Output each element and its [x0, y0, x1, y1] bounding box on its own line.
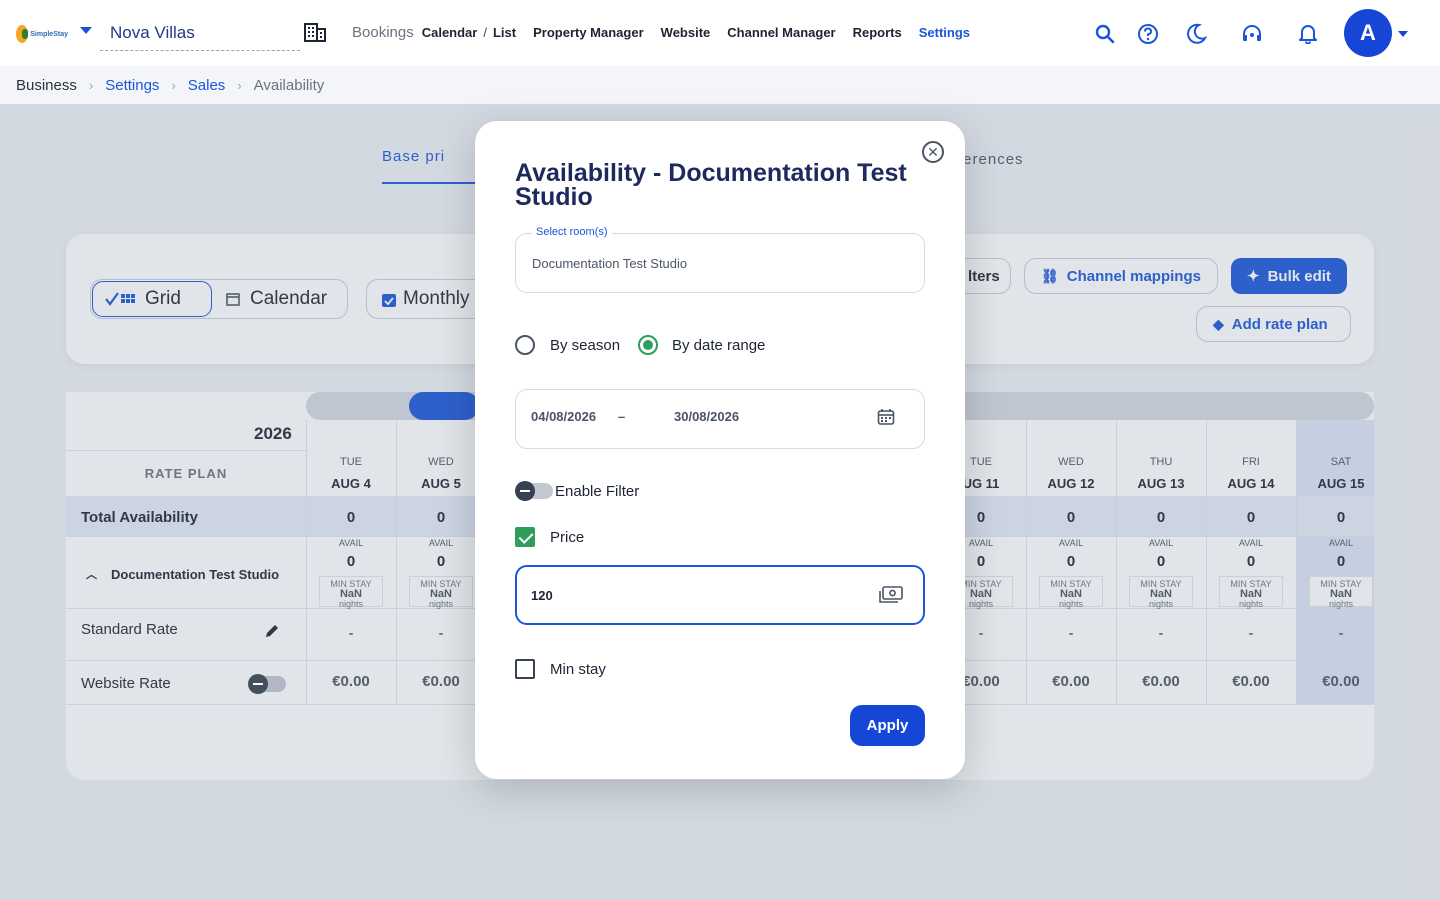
- price-label[interactable]: Price: [550, 529, 584, 546]
- cash-icon: [879, 586, 903, 603]
- main-nav-links: Bookings Calendar / List Property Manage…: [352, 24, 987, 41]
- date-from[interactable]: 04/08/2026: [531, 409, 596, 424]
- by-date-range-radio[interactable]: [638, 335, 658, 355]
- property-selector[interactable]: Nova Villas: [110, 23, 195, 43]
- availability-modal: Availability - Documentation Test Studio…: [475, 121, 965, 779]
- dark-mode-moon-icon[interactable]: [1185, 23, 1207, 45]
- user-avatar[interactable]: A: [1344, 9, 1392, 57]
- breadcrumb: Business › Settings › Sales › Availabili…: [16, 77, 324, 94]
- by-date-range-label[interactable]: By date range: [672, 337, 765, 354]
- by-season-radio[interactable]: [515, 335, 535, 355]
- nav-channel-manager[interactable]: Channel Manager: [727, 25, 835, 40]
- room-select-value: Documentation Test Studio: [532, 256, 688, 271]
- breadcrumb-availability: Availability: [253, 77, 325, 94]
- close-icon[interactable]: ✕: [922, 141, 944, 163]
- logo-text: SimpleStay: [30, 30, 68, 38]
- nav-property-manager[interactable]: Property Manager: [533, 25, 644, 40]
- nav-bookings: Bookings: [352, 24, 414, 41]
- min-stay-checkbox[interactable]: [515, 659, 535, 679]
- chevron-right-icon: ›: [171, 78, 176, 93]
- enable-filter-label: Enable Filter: [555, 483, 640, 500]
- price-checkbox[interactable]: [515, 527, 535, 547]
- date-separator: –: [618, 409, 626, 424]
- chevron-right-icon: ›: [237, 78, 242, 93]
- nav-calendar[interactable]: Calendar: [422, 25, 478, 40]
- price-input[interactable]: 120: [515, 565, 925, 625]
- property-dropdown-caret-icon[interactable]: [80, 27, 92, 34]
- enable-filter-toggle[interactable]: [515, 481, 553, 501]
- room-select-field[interactable]: Select room(s) Documentation Test Studio: [515, 226, 925, 293]
- breadcrumb-business[interactable]: Business: [16, 77, 77, 94]
- chevron-right-icon: ›: [88, 78, 94, 93]
- nav-settings[interactable]: Settings: [919, 25, 970, 40]
- notifications-bell-icon[interactable]: [1297, 22, 1319, 44]
- nav-separator: /: [483, 25, 487, 40]
- by-season-label[interactable]: By season: [550, 337, 620, 354]
- modal-title: Availability - Documentation Test Studio: [515, 159, 907, 211]
- nav-reports[interactable]: Reports: [853, 25, 902, 40]
- avatar-caret-icon[interactable]: [1398, 31, 1408, 37]
- building-icon[interactable]: [304, 22, 326, 42]
- top-nav: SimpleStay Nova Villas Bookings Calendar…: [0, 0, 1440, 66]
- calendar-icon[interactable]: [877, 408, 895, 426]
- date-to[interactable]: 30/08/2026: [674, 409, 739, 424]
- support-headset-icon[interactable]: [1241, 23, 1263, 45]
- price-input-value: 120: [531, 588, 553, 603]
- room-select-label: Select room(s): [532, 226, 612, 238]
- property-underline: [100, 50, 300, 51]
- breadcrumb-settings[interactable]: Settings: [105, 77, 159, 94]
- logo-mark-icon: [16, 25, 29, 43]
- app-logo[interactable]: SimpleStay: [16, 24, 68, 44]
- breadcrumb-sales[interactable]: Sales: [188, 77, 226, 94]
- nav-website[interactable]: Website: [661, 25, 711, 40]
- search-icon[interactable]: [1094, 23, 1116, 45]
- help-icon[interactable]: [1137, 23, 1159, 45]
- apply-button[interactable]: Apply: [850, 705, 925, 746]
- min-stay-label[interactable]: Min stay: [550, 661, 606, 678]
- nav-list[interactable]: List: [493, 25, 516, 40]
